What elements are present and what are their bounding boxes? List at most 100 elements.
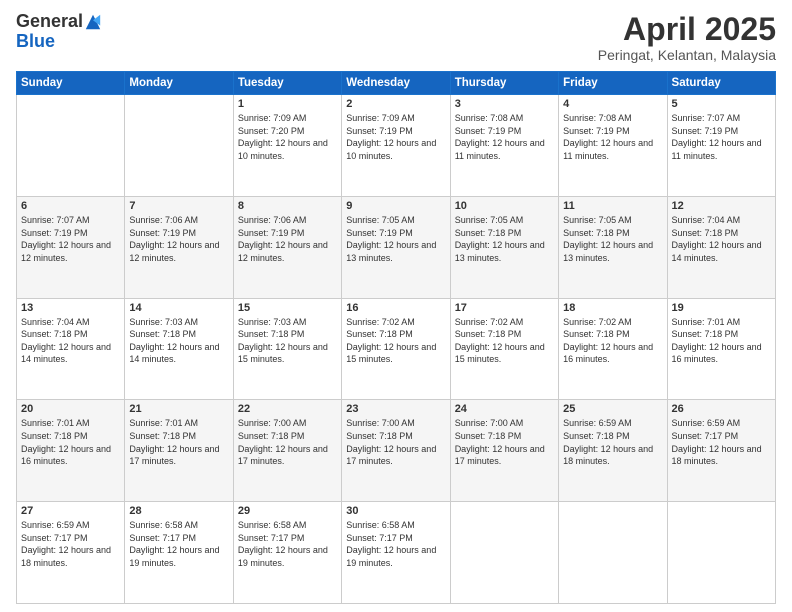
header-right: April 2025 Peringat, Kelantan, Malaysia: [598, 12, 776, 63]
cell-info: Sunrise: 6:58 AMSunset: 7:17 PMDaylight:…: [129, 519, 228, 569]
cell-info: Sunrise: 7:05 AMSunset: 7:18 PMDaylight:…: [455, 214, 554, 264]
cell-info: Sunrise: 6:58 AMSunset: 7:17 PMDaylight:…: [238, 519, 337, 569]
page: General Blue April 2025 Peringat, Kelant…: [0, 0, 792, 612]
calendar-cell: 8 Sunrise: 7:06 AMSunset: 7:19 PMDaylight…: [233, 196, 341, 298]
cell-info: Sunrise: 6:59 AMSunset: 7:18 PMDaylight:…: [563, 417, 662, 467]
day-number: 15: [238, 302, 337, 314]
day-number: 28: [129, 505, 228, 517]
logo-icon: [84, 13, 102, 31]
calendar-cell: 14 Sunrise: 7:03 AMSunset: 7:18 PMDayligh…: [125, 298, 233, 400]
cell-info: Sunrise: 7:07 AMSunset: 7:19 PMDaylight:…: [672, 112, 771, 162]
day-number: 13: [21, 302, 120, 314]
day-number: 1: [238, 98, 337, 110]
cell-info: Sunrise: 6:58 AMSunset: 7:17 PMDaylight:…: [346, 519, 445, 569]
day-number: 6: [21, 200, 120, 212]
weekday-header-tuesday: Tuesday: [233, 72, 341, 95]
cell-info: Sunrise: 7:01 AMSunset: 7:18 PMDaylight:…: [129, 417, 228, 467]
calendar-cell: [125, 95, 233, 197]
day-number: 27: [21, 505, 120, 517]
day-number: 30: [346, 505, 445, 517]
cell-info: Sunrise: 7:02 AMSunset: 7:18 PMDaylight:…: [563, 316, 662, 366]
cell-info: Sunrise: 7:03 AMSunset: 7:18 PMDaylight:…: [129, 316, 228, 366]
cell-info: Sunrise: 7:01 AMSunset: 7:18 PMDaylight:…: [21, 417, 120, 467]
calendar-cell: 2 Sunrise: 7:09 AMSunset: 7:19 PMDaylight…: [342, 95, 450, 197]
calendar-cell: 11 Sunrise: 7:05 AMSunset: 7:18 PMDayligh…: [559, 196, 667, 298]
day-number: 24: [455, 403, 554, 415]
weekday-header-monday: Monday: [125, 72, 233, 95]
day-number: 9: [346, 200, 445, 212]
cell-info: Sunrise: 7:04 AMSunset: 7:18 PMDaylight:…: [672, 214, 771, 264]
calendar-cell: 28 Sunrise: 6:58 AMSunset: 7:17 PMDayligh…: [125, 502, 233, 604]
day-number: 16: [346, 302, 445, 314]
weekday-header-friday: Friday: [559, 72, 667, 95]
day-number: 10: [455, 200, 554, 212]
calendar-cell: 23Sunrise: 7:00 AMSunset: 7:18 PMDayligh…: [342, 400, 450, 502]
calendar-cell: 29 Sunrise: 6:58 AMSunset: 7:17 PMDayligh…: [233, 502, 341, 604]
day-number: 25: [563, 403, 662, 415]
header: General Blue April 2025 Peringat, Kelant…: [16, 12, 776, 63]
day-number: 11: [563, 200, 662, 212]
cell-info: Sunrise: 7:09 AMSunset: 7:19 PMDaylight:…: [346, 112, 445, 162]
calendar-cell: 22Sunrise: 7:00 AMSunset: 7:18 PMDayligh…: [233, 400, 341, 502]
day-number: 2: [346, 98, 445, 110]
cell-info: Sunrise: 7:02 AMSunset: 7:18 PMDaylight:…: [455, 316, 554, 366]
calendar-cell: 3 Sunrise: 7:08 AMSunset: 7:19 PMDaylight…: [450, 95, 558, 197]
weekday-header-thursday: Thursday: [450, 72, 558, 95]
calendar-cell: 6 Sunrise: 7:07 AMSunset: 7:19 PMDaylight…: [17, 196, 125, 298]
calendar-cell: 4Sunrise: 7:08 AMSunset: 7:19 PMDaylight…: [559, 95, 667, 197]
day-number: 19: [672, 302, 771, 314]
weekday-header-sunday: Sunday: [17, 72, 125, 95]
cell-info: Sunrise: 6:59 AMSunset: 7:17 PMDaylight:…: [21, 519, 120, 569]
weekday-header-saturday: Saturday: [667, 72, 775, 95]
cell-info: Sunrise: 7:02 AMSunset: 7:18 PMDaylight:…: [346, 316, 445, 366]
cell-info: Sunrise: 7:06 AMSunset: 7:19 PMDaylight:…: [238, 214, 337, 264]
calendar-cell: 24 Sunrise: 7:00 AMSunset: 7:18 PMDayligh…: [450, 400, 558, 502]
calendar-cell: 9Sunrise: 7:05 AMSunset: 7:19 PMDaylight…: [342, 196, 450, 298]
calendar-cell: 10 Sunrise: 7:05 AMSunset: 7:18 PMDayligh…: [450, 196, 558, 298]
cell-info: Sunrise: 7:07 AMSunset: 7:19 PMDaylight:…: [21, 214, 120, 264]
day-number: 21: [129, 403, 228, 415]
cell-info: Sunrise: 7:06 AMSunset: 7:19 PMDaylight:…: [129, 214, 228, 264]
calendar-cell: [667, 502, 775, 604]
day-number: 29: [238, 505, 337, 517]
day-number: 14: [129, 302, 228, 314]
day-number: 5: [672, 98, 771, 110]
week-row-1: 6 Sunrise: 7:07 AMSunset: 7:19 PMDaylight…: [17, 196, 776, 298]
calendar-cell: 18 Sunrise: 7:02 AMSunset: 7:18 PMDayligh…: [559, 298, 667, 400]
calendar-cell: 27 Sunrise: 6:59 AMSunset: 7:17 PMDayligh…: [17, 502, 125, 604]
day-number: 17: [455, 302, 554, 314]
logo: General Blue: [16, 12, 102, 52]
calendar-cell: 17 Sunrise: 7:02 AMSunset: 7:18 PMDayligh…: [450, 298, 558, 400]
calendar-cell: 5 Sunrise: 7:07 AMSunset: 7:19 PMDaylight…: [667, 95, 775, 197]
weekday-header-wednesday: Wednesday: [342, 72, 450, 95]
day-number: 7: [129, 200, 228, 212]
cell-info: Sunrise: 6:59 AMSunset: 7:17 PMDaylight:…: [672, 417, 771, 467]
day-number: 4: [563, 98, 662, 110]
day-number: 20: [21, 403, 120, 415]
calendar-cell: [559, 502, 667, 604]
cell-info: Sunrise: 7:04 AMSunset: 7:18 PMDaylight:…: [21, 316, 120, 366]
cell-info: Sunrise: 7:00 AMSunset: 7:18 PMDaylight:…: [455, 417, 554, 467]
location: Peringat, Kelantan, Malaysia: [598, 47, 776, 63]
logo-blue-text: Blue: [16, 31, 55, 51]
logo-general-text: General: [16, 12, 83, 32]
calendar-cell: 21 Sunrise: 7:01 AMSunset: 7:18 PMDayligh…: [125, 400, 233, 502]
day-number: 18: [563, 302, 662, 314]
day-number: 12: [672, 200, 771, 212]
day-number: 23: [346, 403, 445, 415]
calendar-cell: 26Sunrise: 6:59 AMSunset: 7:17 PMDayligh…: [667, 400, 775, 502]
cell-info: Sunrise: 7:05 AMSunset: 7:18 PMDaylight:…: [563, 214, 662, 264]
calendar-cell: 7 Sunrise: 7:06 AMSunset: 7:19 PMDaylight…: [125, 196, 233, 298]
week-row-4: 27 Sunrise: 6:59 AMSunset: 7:17 PMDayligh…: [17, 502, 776, 604]
calendar-cell: [450, 502, 558, 604]
calendar-cell: 16 Sunrise: 7:02 AMSunset: 7:18 PMDayligh…: [342, 298, 450, 400]
cell-info: Sunrise: 7:08 AMSunset: 7:19 PMDaylight:…: [455, 112, 554, 162]
cell-info: Sunrise: 7:09 AMSunset: 7:20 PMDaylight:…: [238, 112, 337, 162]
month-title: April 2025: [598, 12, 776, 47]
cell-info: Sunrise: 7:03 AMSunset: 7:18 PMDaylight:…: [238, 316, 337, 366]
calendar-cell: [17, 95, 125, 197]
day-number: 22: [238, 403, 337, 415]
calendar: SundayMondayTuesdayWednesdayThursdayFrid…: [16, 71, 776, 604]
day-number: 8: [238, 200, 337, 212]
day-number: 3: [455, 98, 554, 110]
